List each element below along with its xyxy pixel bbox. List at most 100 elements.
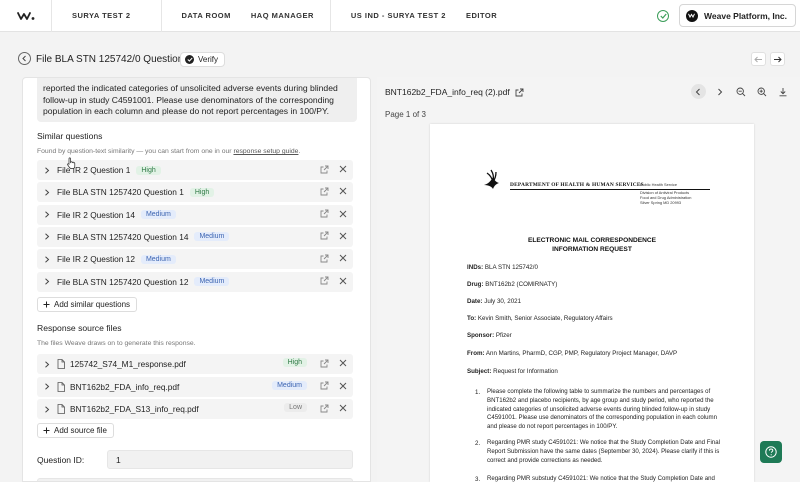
- document-viewer: BNT162b2_FDA_info_req (2).pdf Page 1 of …: [377, 77, 800, 482]
- nav-submission[interactable]: US IND - SURYA TEST 2: [331, 0, 456, 32]
- document-meta-line: INDs: BLA STN 125742/0: [467, 264, 538, 271]
- document-meta-line: Drug: BNT162b2 (COMIRNATY): [467, 281, 558, 288]
- similar-questions-subtitle: Found by question-text similarity — you …: [37, 148, 301, 155]
- workspace-switcher[interactable]: Weave Platform, Inc.: [679, 4, 796, 27]
- verified-check-icon: [185, 55, 194, 64]
- expand-row-button[interactable]: [37, 211, 57, 218]
- similar-question-row[interactable]: File BLA STN 1257420 Question 14 Medium: [37, 226, 353, 247]
- remove-file-button[interactable]: [339, 404, 347, 414]
- previous-page-button[interactable]: [691, 84, 706, 99]
- arrow-left-icon: [754, 56, 762, 62]
- relevance-badge: High: [282, 358, 307, 367]
- plus-icon: [43, 427, 50, 434]
- open-external-icon: [320, 276, 329, 285]
- pdf-file-icon: [57, 404, 65, 414]
- open-external-icon: [320, 165, 329, 173]
- chevron-left-icon: [695, 88, 700, 95]
- open-question-button[interactable]: [320, 231, 329, 242]
- similarity-badge: Medium: [194, 277, 230, 286]
- download-button[interactable]: [775, 84, 790, 99]
- expand-row-button[interactable]: [37, 233, 57, 240]
- remove-file-button[interactable]: [339, 359, 347, 369]
- expand-row-button[interactable]: [37, 383, 57, 390]
- file-icon: [57, 404, 65, 414]
- source-file-row[interactable]: 125742_S74_M1_response.pdf High: [37, 354, 353, 374]
- expand-row-button[interactable]: [37, 166, 57, 174]
- remove-question-button[interactable]: [339, 277, 347, 287]
- open-question-button[interactable]: [320, 165, 329, 176]
- open-question-button[interactable]: [320, 209, 329, 220]
- app-logo[interactable]: [0, 0, 52, 32]
- relevance-badge: Medium: [272, 380, 307, 390]
- source-file-row[interactable]: BNT162b2_FDA_info_req.pdf Medium: [37, 376, 353, 397]
- remove-question-button[interactable]: [339, 187, 347, 197]
- open-question-button[interactable]: [320, 187, 329, 198]
- similar-question-row[interactable]: File BLA STN 1257420 Question 1 High: [37, 182, 353, 203]
- similar-question-row[interactable]: File BLA STN 1257420 Question 12 Medium: [37, 271, 353, 292]
- nav-editor[interactable]: EDITOR: [456, 0, 507, 32]
- open-question-button[interactable]: [320, 254, 329, 265]
- zoom-in-button[interactable]: [754, 84, 769, 99]
- zoom-out-button[interactable]: [733, 84, 748, 99]
- request-item-text: Please complete the following table to s…: [487, 388, 718, 431]
- verify-button[interactable]: Verify: [180, 52, 226, 67]
- close-icon: [339, 277, 347, 284]
- similar-question-row[interactable]: File IR 2 Question 12 Medium: [37, 249, 353, 270]
- expand-row-button[interactable]: [37, 256, 57, 263]
- source-file-row[interactable]: BNT162b2_FDA_S13_info_req.pdf Low: [37, 399, 353, 419]
- help-icon: [765, 446, 777, 458]
- remove-question-button[interactable]: [339, 165, 347, 175]
- next-question-button[interactable]: [770, 52, 785, 66]
- request-item-text: Regarding PMR substudy C4591021: We noti…: [487, 475, 715, 482]
- nav-data-room[interactable]: DATA ROOM: [162, 0, 241, 32]
- similar-question-label: File IR 2 Question 14: [57, 209, 135, 220]
- close-icon: [339, 232, 347, 240]
- document-filename: BNT162b2_FDA_info_req (2).pdf: [385, 87, 510, 97]
- open-file-button[interactable]: [320, 359, 329, 370]
- chevron-right-icon: [45, 166, 50, 174]
- top-nav: SURYA TEST 2 DATA ROOM HAQ MANAGER US IN…: [52, 0, 507, 32]
- expand-row-button[interactable]: [37, 360, 57, 368]
- request-item-number: 3.: [475, 476, 481, 482]
- next-field-input[interactable]: [37, 478, 353, 481]
- chevron-right-icon: [45, 383, 50, 390]
- question-id-input[interactable]: 1: [107, 450, 353, 469]
- plus-icon: [43, 301, 50, 308]
- open-external-icon: [320, 381, 329, 390]
- open-file-button[interactable]: [320, 404, 329, 415]
- previous-question-button[interactable]: [751, 52, 766, 66]
- similar-question-label: File BLA STN 1257420 Question 12: [57, 276, 189, 287]
- question-editor-panel: reported the indicated categories of uns…: [22, 77, 371, 482]
- next-page-button[interactable]: [712, 84, 727, 99]
- relevance-badge: Low: [284, 403, 307, 412]
- remove-file-button[interactable]: [339, 382, 347, 392]
- remove-question-button[interactable]: [339, 232, 347, 242]
- close-icon: [339, 187, 347, 195]
- similar-question-row[interactable]: File IR 2 Question 1 High: [37, 160, 353, 180]
- close-icon: [339, 210, 347, 217]
- open-question-button[interactable]: [320, 276, 329, 287]
- expand-row-button[interactable]: [37, 278, 57, 285]
- add-source-file-button[interactable]: Add source file: [37, 423, 114, 438]
- add-similar-questions-button[interactable]: Add similar questions: [37, 297, 138, 312]
- remove-question-button[interactable]: [339, 210, 347, 220]
- similar-question-row[interactable]: File IR 2 Question 14 Medium: [37, 204, 353, 225]
- help-button[interactable]: [760, 441, 782, 463]
- response-setup-guide-link[interactable]: response setup guide: [233, 148, 298, 155]
- expand-row-button[interactable]: [37, 189, 57, 196]
- nav-project[interactable]: SURYA TEST 2: [52, 0, 141, 32]
- back-button[interactable]: [18, 52, 31, 65]
- open-file-button[interactable]: [320, 381, 329, 392]
- response-source-files-subtitle: The files Weave draws on to generate thi…: [37, 340, 196, 347]
- remove-question-button[interactable]: [339, 254, 347, 264]
- similarity-badge: Medium: [194, 232, 230, 242]
- open-external-icon: [320, 231, 329, 240]
- expand-row-button[interactable]: [37, 405, 57, 413]
- open-external-icon[interactable]: [515, 88, 524, 97]
- question-pager: [751, 52, 785, 66]
- nav-haq-manager[interactable]: HAQ MANAGER: [241, 0, 324, 32]
- add-source-file-label: Add source file: [54, 426, 107, 435]
- sync-status-icon[interactable]: [657, 9, 670, 22]
- chevron-right-icon: [45, 189, 50, 196]
- document-meta-line: To: Kevin Smith, Senior Associate, Regul…: [467, 315, 613, 322]
